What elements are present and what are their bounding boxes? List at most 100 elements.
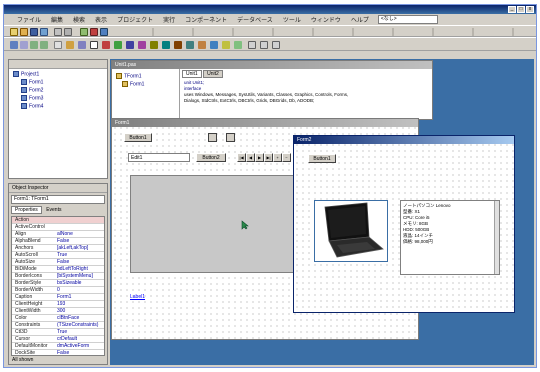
property-row[interactable]: ActiveControl — [12, 224, 104, 231]
property-value[interactable]: (TSizeConstraints) — [57, 322, 102, 329]
minimize-button[interactable]: _ — [508, 6, 516, 13]
memo-icon[interactable] — [90, 41, 98, 49]
property-row[interactable]: Anchors [akLeft,akTop] — [12, 245, 104, 252]
form1-button1[interactable]: Button1 — [124, 133, 152, 142]
menu-file[interactable]: ファイル — [12, 15, 46, 24]
menu-tools[interactable]: ツール — [278, 15, 306, 24]
property-value[interactable]: crDefault — [57, 336, 102, 343]
form1-edit[interactable]: Edit1 — [128, 153, 190, 162]
save-all-icon[interactable] — [40, 28, 48, 36]
property-value[interactable]: True — [57, 329, 102, 336]
property-value[interactable]: [biSystemMenu] — [57, 273, 102, 280]
open-icon[interactable] — [20, 28, 28, 36]
table-component-icon[interactable] — [226, 133, 235, 142]
pause-icon[interactable] — [90, 28, 98, 36]
maximize-button[interactable]: □ — [517, 6, 525, 13]
tree-item-form4[interactable]: Form4 — [21, 103, 43, 110]
panel-icon[interactable] — [186, 41, 194, 49]
edit-icon[interactable] — [78, 41, 86, 49]
close-button[interactable]: x — [526, 6, 534, 13]
tab-events[interactable]: Events — [43, 207, 64, 213]
data-icon[interactable] — [248, 41, 256, 49]
nav-insert-button[interactable]: + — [273, 153, 282, 162]
property-value[interactable]: False — [57, 238, 102, 245]
desktop-combo[interactable]: <なし> — [377, 15, 438, 24]
property-value[interactable]: True — [57, 252, 102, 259]
remove-file-icon[interactable] — [64, 28, 72, 36]
menu-window[interactable]: ウィンドウ — [306, 15, 346, 24]
form1-button2[interactable]: Button2 — [196, 153, 226, 162]
property-row[interactable]: BiDiMode bdLeftToRight — [12, 266, 104, 273]
property-value[interactable]: bdLeftToRight — [57, 266, 102, 273]
tab-properties[interactable]: Properties — [11, 206, 42, 214]
property-row[interactable]: Cursor crDefault — [12, 336, 104, 343]
property-row[interactable]: Align alNone — [12, 231, 104, 238]
explorer-item[interactable]: TForm1 — [116, 73, 142, 80]
property-value[interactable]: dmActiveForm — [57, 343, 102, 350]
label-icon[interactable] — [66, 41, 74, 49]
step-icon[interactable] — [100, 28, 108, 36]
product-memo[interactable]: ノートパソコン Lenovo 型番: X1 CPU: Core i5 メモリ: … — [400, 200, 500, 275]
dbgrid-icon[interactable] — [260, 41, 268, 49]
nav-first-button[interactable]: |◀ — [237, 153, 246, 162]
code-text[interactable]: unit Unit1; interface uses Windows, Mess… — [184, 80, 428, 104]
form1-label-link[interactable]: Label1 — [130, 294, 145, 300]
listbox-icon[interactable] — [138, 41, 146, 49]
radio-icon[interactable] — [126, 41, 134, 49]
nav-prior-button[interactable]: ◀ — [246, 153, 255, 162]
property-row[interactable]: Color clBtnFace — [12, 315, 104, 322]
form2-button[interactable]: Button1 — [308, 154, 336, 163]
property-row[interactable]: BorderWidth 0 — [12, 287, 104, 294]
menu-database[interactable]: データベース — [232, 15, 278, 24]
bevel-icon[interactable] — [222, 41, 230, 49]
property-row[interactable]: AutoScroll True — [12, 252, 104, 259]
nav-last-button[interactable]: ▶| — [264, 153, 273, 162]
checkbox-icon[interactable] — [114, 41, 122, 49]
object-selector[interactable]: Form1: TForm1 — [11, 195, 105, 204]
groupbox-icon[interactable] — [174, 41, 182, 49]
property-value[interactable]: alNone — [57, 231, 102, 238]
property-row[interactable]: DefaultMonitor dmActiveForm — [12, 343, 104, 350]
property-value[interactable]: False — [57, 259, 102, 266]
property-row[interactable]: ClientHeight 193 — [12, 301, 104, 308]
property-value[interactable]: [akLeft,akTop] — [57, 245, 102, 252]
property-row[interactable]: Caption Form1 — [12, 294, 104, 301]
property-row[interactable]: AutoSize False — [12, 259, 104, 266]
memo-scrollbar[interactable] — [494, 201, 499, 274]
cursor-icon[interactable] — [54, 41, 62, 49]
property-value[interactable]: 0 — [57, 287, 102, 294]
explorer-item[interactable]: Form1 — [122, 81, 144, 88]
menu-view[interactable]: 表示 — [90, 15, 112, 24]
nav-delete-button[interactable]: − — [282, 153, 291, 162]
add-file-icon[interactable] — [54, 28, 62, 36]
property-row[interactable]: Constraints (TSizeConstraints) — [12, 322, 104, 329]
image-panel[interactable] — [130, 175, 300, 273]
run-icon[interactable] — [80, 28, 88, 36]
tree-item-form3[interactable]: Form3 — [21, 95, 43, 102]
property-value[interactable]: clBtnFace — [57, 315, 102, 322]
menu-search[interactable]: 検索 — [68, 15, 90, 24]
new-icon[interactable] — [10, 28, 18, 36]
property-value[interactable]: 193 — [57, 301, 102, 308]
scrollbar-icon[interactable] — [162, 41, 170, 49]
property-row[interactable]: AlphaBlend False — [12, 238, 104, 245]
toggle-icon[interactable] — [30, 41, 38, 49]
button-icon[interactable] — [102, 41, 110, 49]
menu-run[interactable]: 実行 — [158, 15, 180, 24]
datasource-icon[interactable] — [208, 133, 217, 142]
dbnav-icon[interactable] — [272, 41, 280, 49]
property-value[interactable]: Form1 — [57, 294, 102, 301]
image-icon[interactable] — [198, 41, 206, 49]
save-icon[interactable] — [30, 28, 38, 36]
menu-help[interactable]: ヘルプ — [346, 15, 374, 24]
property-row[interactable]: DockSite False — [12, 350, 104, 355]
combobox-icon[interactable] — [150, 41, 158, 49]
timer-icon[interactable] — [234, 41, 242, 49]
tab-unit1[interactable]: Unit1 — [182, 70, 202, 78]
unit-icon[interactable] — [10, 41, 18, 49]
nav-next-button[interactable]: ▶ — [255, 153, 264, 162]
property-row[interactable]: BorderIcons [biSystemMenu] — [12, 273, 104, 280]
property-row[interactable]: BorderStyle bsSizeable — [12, 280, 104, 287]
property-value[interactable]: 300 — [57, 308, 102, 315]
tab-unit2[interactable]: Unit2 — [203, 70, 223, 78]
